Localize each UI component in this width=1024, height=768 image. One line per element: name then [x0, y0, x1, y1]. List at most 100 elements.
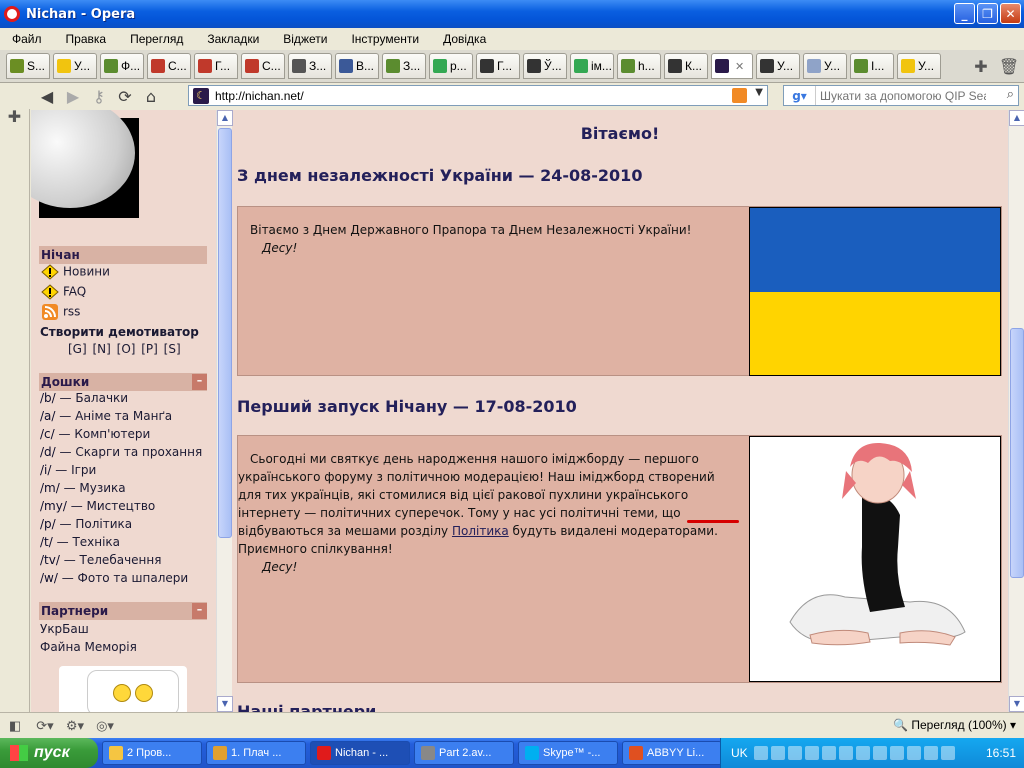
tab-13[interactable]: h...: [617, 53, 661, 79]
menu-bookmarks[interactable]: Закладки: [195, 32, 271, 46]
sidebar-link-rss[interactable]: rss: [41, 304, 80, 320]
new-tab-icon[interactable]: ✚: [970, 54, 992, 78]
scroll-thumb[interactable]: [1010, 328, 1024, 578]
scroll-thumb[interactable]: [218, 128, 232, 538]
partners-collapse-button[interactable]: –: [192, 603, 207, 619]
tab-7[interactable]: В...: [335, 53, 379, 79]
warning-icon: [41, 284, 59, 300]
close-button[interactable]: ✕: [1000, 3, 1021, 24]
tab-3[interactable]: С...: [147, 53, 191, 79]
board-link[interactable]: /c/ — Комп'ютери: [40, 427, 150, 441]
tab-5[interactable]: С...: [241, 53, 285, 79]
tab-12[interactable]: ім...: [570, 53, 614, 79]
scroll-up-icon[interactable]: ▲: [1009, 110, 1024, 126]
create-demotivator-link[interactable]: Створити демотиватор: [40, 325, 199, 339]
partner-banner[interactable]: [59, 666, 187, 712]
tab-17[interactable]: У...: [803, 53, 847, 79]
menu-file[interactable]: Файл: [0, 32, 54, 46]
maximize-button[interactable]: ❐: [977, 3, 998, 24]
scroll-down-icon[interactable]: ▼: [1009, 696, 1024, 712]
board-slug: /a/: [40, 409, 56, 423]
page-title: Вітаємо!: [580, 124, 660, 143]
menu-tools[interactable]: Інструменти: [339, 32, 431, 46]
taskbar-item[interactable]: Skype™ -...: [518, 741, 618, 765]
taskbar: пуск 2 Пров... 1. Плач ... Nichan - ... Par…: [0, 738, 1024, 768]
board-link[interactable]: /t/ — Техніка: [40, 535, 120, 549]
tab-favicon-icon: [901, 59, 915, 73]
sidebar-link-faq[interactable]: FAQ: [41, 284, 86, 300]
board-link[interactable]: /b/ — Балачки: [40, 391, 128, 405]
taskbar-item[interactable]: ABBYY Li...: [622, 741, 722, 765]
tab-15[interactable]: ✕: [711, 53, 753, 79]
add-panel-icon[interactable]: ✚: [6, 109, 24, 127]
tab-9[interactable]: р...: [429, 53, 473, 79]
turbo-icon[interactable]: ◎▾: [90, 718, 120, 734]
tab-2[interactable]: Ф...: [100, 53, 144, 79]
board-link[interactable]: /m/ — Музика: [40, 481, 126, 495]
tab-favicon-icon: [386, 59, 400, 73]
board-link[interactable]: /tv/ — Телебачення: [40, 553, 161, 567]
menu-help[interactable]: Довідка: [431, 32, 498, 46]
menu-view[interactable]: Перегляд: [118, 32, 195, 46]
board-link[interactable]: /my/ — Мистецтво: [40, 499, 155, 513]
site-favicon-icon: ☾: [193, 87, 209, 104]
tab-1[interactable]: У...: [53, 53, 97, 79]
address-bar[interactable]: ☾ http://nichan.net/ ▼: [188, 85, 768, 106]
board-link[interactable]: /p/ — Політика: [40, 517, 132, 531]
boards-collapse-button[interactable]: –: [192, 374, 207, 390]
page-scrollbar[interactable]: ▲ ▼: [1008, 110, 1024, 712]
ukraine-flag-image: [749, 207, 1001, 376]
tab-8[interactable]: З...: [382, 53, 426, 79]
back-icon[interactable]: ◀: [34, 87, 60, 106]
tab-6[interactable]: З...: [288, 53, 332, 79]
tab-16[interactable]: У...: [756, 53, 800, 79]
tray-icons[interactable]: [753, 746, 978, 760]
taskbar-item[interactable]: Part 2.av...: [414, 741, 514, 765]
trash-icon[interactable]: 🗑: [998, 54, 1020, 78]
search-engine-icon[interactable]: g▾: [784, 86, 816, 105]
taskbar-item[interactable]: 2 Пров...: [102, 741, 202, 765]
menu-edit[interactable]: Правка: [54, 32, 119, 46]
key-icon[interactable]: ⚷: [86, 87, 112, 106]
tab-19[interactable]: У...: [897, 53, 941, 79]
home-icon[interactable]: ⌂: [138, 87, 164, 106]
search-field[interactable]: g▾ ⌕: [783, 85, 1019, 106]
board-slug: /my/: [40, 499, 67, 513]
board-link[interactable]: /i/ — Ігри: [40, 463, 96, 477]
panel-toggle-icon[interactable]: ◧: [0, 718, 30, 734]
sidebar-link-news[interactable]: Новини: [41, 264, 110, 280]
unite-icon[interactable]: ⚙▾: [60, 718, 90, 734]
language-indicator[interactable]: UK: [721, 746, 754, 760]
search-input[interactable]: [816, 88, 986, 103]
partner-link-faina[interactable]: Файна Меморія: [40, 640, 137, 654]
scroll-down-icon[interactable]: ▼: [217, 696, 233, 712]
taskbar-item[interactable]: Nichan - ...: [310, 741, 410, 765]
minimize-button[interactable]: _: [954, 3, 975, 24]
partner-link-ukrbash[interactable]: УкрБаш: [40, 622, 89, 636]
reload-icon[interactable]: ⟳: [112, 87, 138, 106]
menu-widgets[interactable]: Віджети: [271, 32, 339, 46]
politics-link[interactable]: Політика: [452, 524, 509, 538]
start-button[interactable]: пуск: [0, 738, 98, 768]
scroll-up-icon[interactable]: ▲: [217, 110, 233, 126]
search-icon[interactable]: ⌕: [1007, 87, 1014, 102]
rss-feed-icon[interactable]: [732, 88, 747, 103]
sidebar-scrollbar[interactable]: ▲ ▼: [216, 110, 233, 712]
tab-14[interactable]: К...: [664, 53, 708, 79]
tab-10[interactable]: Г...: [476, 53, 520, 79]
tab-favicon-icon: [433, 59, 447, 73]
tab-11[interactable]: Ў...: [523, 53, 567, 79]
close-tab-icon[interactable]: ✕: [735, 60, 744, 73]
sync-icon[interactable]: ⟳▾: [30, 718, 60, 734]
taskbar-item[interactable]: 1. Плач ...: [206, 741, 306, 765]
zoom-level[interactable]: 🔍 Перегляд (100%) ▾: [893, 718, 1016, 732]
demotivator-links[interactable]: [G] [N] [O] [P] [S]: [68, 342, 181, 356]
tab-0[interactable]: S...: [6, 53, 50, 79]
address-dropdown-icon[interactable]: ▼: [755, 87, 763, 98]
tab-18[interactable]: І...: [850, 53, 894, 79]
forward-icon[interactable]: ▶: [60, 87, 86, 106]
board-link[interactable]: /d/ — Скарги та прохання: [40, 445, 202, 459]
board-link[interactable]: /a/ — Аніме та Манґа: [40, 409, 172, 423]
board-link[interactable]: /w/ — Фото та шпалери: [40, 571, 188, 585]
tab-4[interactable]: Г...: [194, 53, 238, 79]
